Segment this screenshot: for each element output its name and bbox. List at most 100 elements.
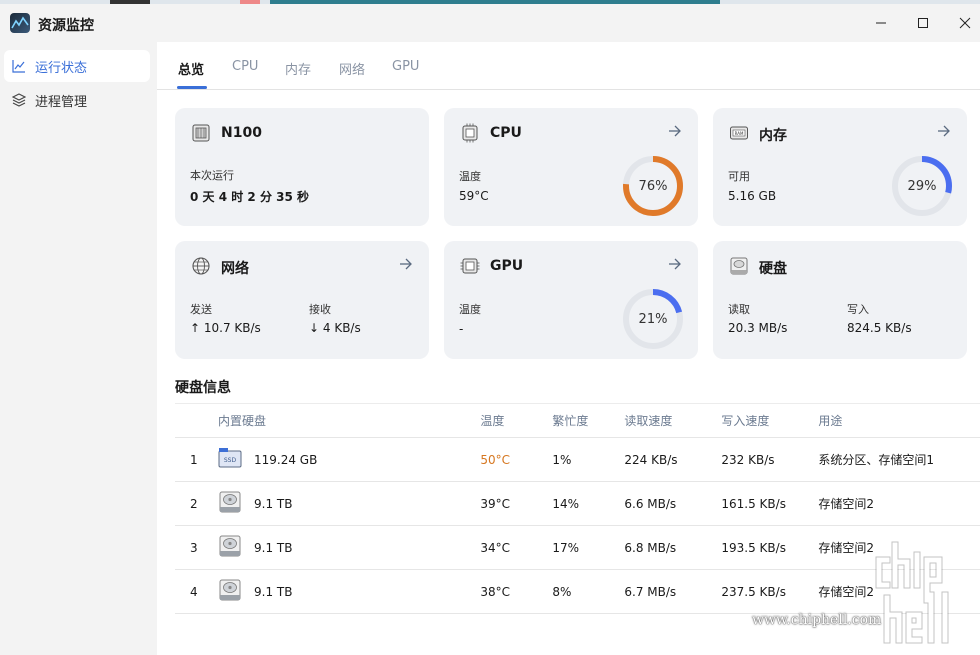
card-title: CPU xyxy=(490,125,522,141)
memory-available-value: 5.16 GB xyxy=(728,189,777,203)
row-index: 2 xyxy=(175,481,218,526)
send-label: 发送 xyxy=(190,303,212,316)
memory-card[interactable]: RAM 内存 可用 5.16 GB 29% xyxy=(713,108,967,226)
sidebar-item-label: 进程管理 xyxy=(35,94,88,110)
sidebar-item-status[interactable]: 运行状态 xyxy=(4,50,150,82)
table-row[interactable]: 3 9.1 TB 34°C 17% 6.8 MB/s 193.5 KB/s 存储空间2 xyxy=(175,525,980,570)
disk-info-title: 硬盘信息 xyxy=(175,380,231,396)
table-row[interactable]: 2 9.1 TB 39°C 14% 6.6 MB/s 161.5 KB/s 存储空间2 xyxy=(175,481,980,526)
column-header: 写入速度 xyxy=(721,403,819,438)
layers-icon xyxy=(12,93,26,107)
table-row[interactable]: 1 SSD 119.24 GB 50°C 1% 224 KB/s 232 KB/s 系统分区、… xyxy=(175,437,980,482)
disk-write-speed: 237.5 KB/s xyxy=(721,569,819,614)
tab-overview[interactable]: 总览 xyxy=(178,59,204,78)
disk-size: 9.1 TB xyxy=(254,525,481,570)
disk-card: 硬盘 读取 20.3 MB/s 写入 824.5 KB/s xyxy=(713,241,967,359)
cpu-temp-value: 59°C xyxy=(459,189,489,203)
card-title: 硬盘 xyxy=(759,261,787,277)
disk-busy: 1% xyxy=(552,437,625,482)
gpu-temp-value: - xyxy=(459,322,464,336)
disk-write-speed: 193.5 KB/s xyxy=(721,525,819,570)
cpu-icon xyxy=(460,123,480,143)
disk-busy: 14% xyxy=(552,481,625,526)
disk-write-label: 写入 xyxy=(847,303,869,316)
card-title: GPU xyxy=(490,258,524,274)
app-icon xyxy=(10,13,30,33)
watermark-url: www.chiphell.com xyxy=(752,612,882,628)
disk-read-speed: 224 KB/s xyxy=(624,437,722,482)
disk-usage: 系统分区、存储空间1 xyxy=(818,437,980,482)
row-index: 4 xyxy=(175,569,218,614)
hdd-icon xyxy=(218,491,242,513)
disk-temp: 50°C xyxy=(480,437,553,482)
column-header: 内置硬盘 xyxy=(218,403,481,438)
sidebar-item-label: 运行状态 xyxy=(35,60,88,76)
tab-network[interactable]: 网络 xyxy=(339,59,365,78)
sidebar-item-processes[interactable]: 进程管理 xyxy=(4,84,150,116)
memory-usage-text: 29% xyxy=(907,178,937,194)
receive-label: 接收 xyxy=(309,303,331,316)
hard-drive-icon xyxy=(729,256,749,276)
cpu-temp-label: 温度 xyxy=(459,170,481,183)
chip-icon xyxy=(191,123,211,143)
ram-icon: RAM xyxy=(729,123,749,143)
column-header: 温度 xyxy=(480,403,553,438)
disk-temp: 39°C xyxy=(480,481,553,526)
uptime-label: 本次运行 xyxy=(190,169,234,182)
tab-cpu[interactable]: CPU xyxy=(232,59,258,74)
arrow-down-icon: ↓ xyxy=(309,321,323,335)
hdd-icon xyxy=(218,535,242,557)
disk-temp: 34°C xyxy=(480,525,553,570)
arrow-right-icon[interactable] xyxy=(937,124,951,138)
system-card: N100 本次运行 0 天 4 时 2 分 35 秒 xyxy=(175,108,429,226)
arrow-right-icon[interactable] xyxy=(668,124,682,138)
hdd-icon xyxy=(218,579,242,601)
receive-value: 4 KB/s xyxy=(322,321,361,335)
disk-read-speed: 6.6 MB/s xyxy=(624,481,722,526)
window-title: 资源监控 xyxy=(38,18,94,34)
close-icon xyxy=(959,17,971,29)
row-index: 1 xyxy=(175,437,218,482)
card-title: 网络 xyxy=(221,261,249,277)
network-card[interactable]: 网络 发送 ↑ 10.7 KB/s 接收 ↓ 4 KB/s xyxy=(175,241,429,359)
gpu-icon xyxy=(460,256,480,276)
disk-busy: 17% xyxy=(552,525,625,570)
card-title: N100 xyxy=(221,125,262,141)
arrow-right-icon[interactable] xyxy=(668,257,682,271)
row-index: 3 xyxy=(175,525,218,570)
table-header-row: 内置硬盘 温度 繁忙度 读取速度 写入速度 用途 xyxy=(175,403,980,438)
gpu-temp-label: 温度 xyxy=(459,303,481,316)
globe-icon xyxy=(191,256,211,276)
svg-text:RAM: RAM xyxy=(735,131,744,136)
chiphell-watermark xyxy=(875,541,949,644)
memory-available-label: 可用 xyxy=(728,170,750,183)
maximize-icon xyxy=(918,18,928,28)
column-header: 读取速度 xyxy=(624,403,722,438)
maximize-button[interactable] xyxy=(900,8,946,38)
gpu-usage-text: 21% xyxy=(638,311,668,327)
cpu-card[interactable]: CPU 温度 59°C 76% xyxy=(444,108,698,226)
close-button[interactable] xyxy=(942,8,980,38)
receive-value-row: ↓ 4 KB/s xyxy=(309,321,361,335)
main-panel: 总览 CPU 内存 网络 GPU N100 本次运行 0 天 4 时 2 分 3… xyxy=(157,42,980,655)
svg-text:SSD: SSD xyxy=(224,457,237,464)
column-header: 用途 xyxy=(818,403,980,438)
minimize-button[interactable] xyxy=(858,8,904,38)
tab-gpu[interactable]: GPU xyxy=(392,59,419,74)
table-row[interactable]: 4 9.1 TB 38°C 8% 6.7 MB/s 237.5 KB/s 存储空间2 xyxy=(175,569,980,614)
disk-size: 119.24 GB xyxy=(254,437,481,482)
title-bar: 资源监控 xyxy=(0,4,980,42)
ssd-icon: SSD xyxy=(218,447,242,469)
uptime-value: 0 天 4 时 2 分 35 秒 xyxy=(190,190,309,204)
disk-write-value: 824.5 KB/s xyxy=(847,321,912,335)
send-value: 10.7 KB/s xyxy=(203,321,261,335)
cpu-usage-text: 76% xyxy=(638,178,668,194)
send-value-row: ↑ 10.7 KB/s xyxy=(190,321,261,335)
tab-bar: 总览 CPU 内存 网络 GPU xyxy=(157,42,980,90)
arrow-right-icon[interactable] xyxy=(399,257,413,271)
disk-usage: 存储空间2 xyxy=(818,481,980,526)
tab-memory[interactable]: 内存 xyxy=(285,59,311,78)
disk-write-speed: 232 KB/s xyxy=(721,437,819,482)
gpu-card[interactable]: GPU 温度 - 21% xyxy=(444,241,698,359)
disk-size: 9.1 TB xyxy=(254,481,481,526)
